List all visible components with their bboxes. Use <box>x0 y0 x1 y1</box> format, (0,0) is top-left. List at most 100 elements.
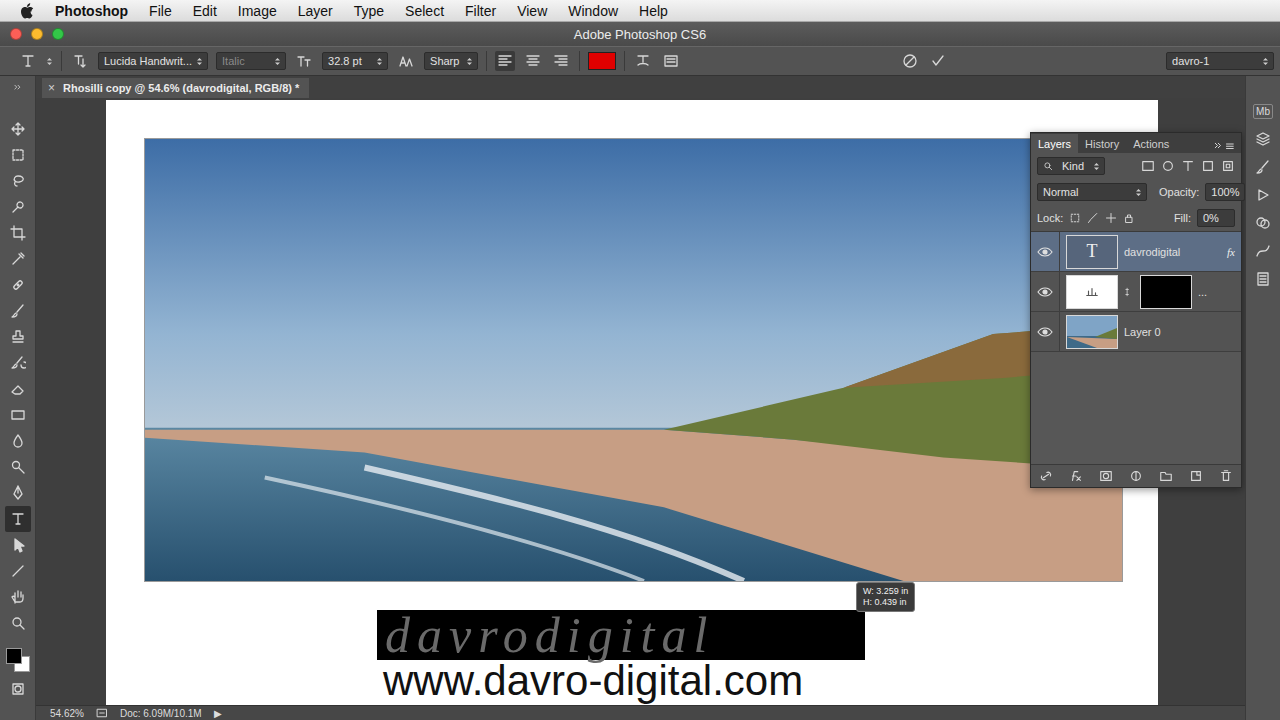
status-menu-button[interactable]: ▶ <box>214 708 222 719</box>
tool-button[interactable] <box>5 116 31 142</box>
text-orientation-icon <box>72 53 88 69</box>
visibility-toggle[interactable] <box>1031 232 1060 271</box>
document-tab[interactable]: ×Rhosilli copy @ 54.6% (davrodigital, RG… <box>42 78 309 98</box>
chevron-icon <box>1135 188 1142 197</box>
title-bar: Adobe Photoshop CS6 <box>0 22 1280 46</box>
pen-icon <box>10 485 26 501</box>
mini-bridge-button[interactable]: Mb <box>1253 104 1273 119</box>
font-family-dropdown[interactable]: Lucida Handwrit... <box>98 52 208 70</box>
panel-tab[interactable]: Layers <box>1031 134 1078 153</box>
layer-row[interactable]: ... <box>1031 272 1241 312</box>
opacity-field[interactable]: 100% <box>1205 183 1244 201</box>
pixel-filter-icon <box>1141 159 1155 173</box>
menu-item[interactable]: Help <box>639 3 668 19</box>
menu-item[interactable]: Type <box>354 3 384 19</box>
layer-row[interactable]: Layer 0 <box>1031 312 1241 352</box>
character-panel-button[interactable] <box>661 51 681 71</box>
tool-button[interactable] <box>5 584 31 610</box>
antialias-dropdown[interactable]: Sharp <box>424 52 478 70</box>
tool-button[interactable] <box>5 350 31 376</box>
tool-button[interactable] <box>5 272 31 298</box>
panel-tab[interactable]: Actions <box>1126 134 1176 153</box>
font-size-dropdown[interactable]: 32.8 pt <box>322 52 388 70</box>
text-color-swatch[interactable] <box>588 52 616 70</box>
align-button[interactable] <box>523 51 543 71</box>
tool-button[interactable] <box>5 506 31 532</box>
fill-field[interactable]: 0% <box>1197 209 1235 227</box>
blend-mode-dropdown[interactable]: Normal <box>1037 183 1147 201</box>
lock-label: Lock: <box>1037 212 1063 224</box>
smart-object-filter-icon <box>1221 159 1235 173</box>
options-bar: Lucida Handwrit...Italic32.8 ptSharpdavr… <box>0 46 1280 76</box>
close-tab-button[interactable]: × <box>48 81 55 95</box>
move-icon <box>10 121 26 137</box>
visibility-toggle[interactable] <box>1031 272 1060 311</box>
menu-item[interactable]: Window <box>568 3 618 19</box>
eye-icon <box>1037 326 1053 338</box>
font-size-label <box>294 51 314 71</box>
tools-panel <box>0 76 36 720</box>
tool-button[interactable] <box>5 428 31 454</box>
align-button[interactable] <box>495 51 515 71</box>
foreground-color[interactable] <box>6 648 22 664</box>
marquee-icon <box>10 147 26 163</box>
tool-button[interactable] <box>5 532 31 558</box>
tool-preset-picker[interactable] <box>18 51 38 71</box>
warp-text-button[interactable] <box>633 51 653 71</box>
menu-item[interactable]: Select <box>405 3 444 19</box>
zoom-button[interactable] <box>52 28 64 40</box>
menu-item[interactable]: File <box>149 3 172 19</box>
document-tab-bar: ×Rhosilli copy @ 54.6% (davrodigital, RG… <box>36 76 1245 98</box>
url-text-layer[interactable]: www.davro-digital.com <box>377 660 1158 702</box>
tool-button[interactable] <box>5 324 31 350</box>
layer-list: Tdavrodigitalfx...Layer 0 <box>1031 231 1241 464</box>
tool-button[interactable] <box>5 454 31 480</box>
cancel-button[interactable] <box>900 51 920 71</box>
blur-icon <box>10 433 26 449</box>
eye-icon <box>1037 246 1053 258</box>
app-menu[interactable]: Photoshop <box>55 3 128 19</box>
menu-item[interactable]: Layer <box>298 3 333 19</box>
tool-button[interactable] <box>5 376 31 402</box>
commit-button[interactable] <box>928 51 948 71</box>
visibility-toggle[interactable] <box>1031 312 1060 351</box>
layer-thumbnail <box>1066 315 1118 349</box>
transform-reading: H: 0.439 in <box>863 597 908 608</box>
tool-button[interactable] <box>5 558 31 584</box>
layers-panel: LayersHistoryActionsKindNormalOpacity:10… <box>1030 132 1242 488</box>
text-orientation-button[interactable] <box>70 51 90 71</box>
layer-row[interactable]: Tdavrodigitalfx <box>1031 232 1241 272</box>
tool-button[interactable] <box>5 610 31 636</box>
menu-item[interactable]: View <box>517 3 547 19</box>
apple-logo-icon[interactable] <box>20 3 34 19</box>
lasso-icon <box>10 173 26 189</box>
tool-button[interactable] <box>5 220 31 246</box>
tool-button[interactable] <box>5 298 31 324</box>
menu-item[interactable]: Filter <box>465 3 496 19</box>
transform-tooltip: W: 3.259 inH: 0.439 in <box>856 582 915 612</box>
selected-text-layer[interactable]: davrodigital <box>377 610 865 660</box>
minimize-button[interactable] <box>31 28 43 40</box>
photoshop-window: Photoshop File Edit Image Layer Type Select Fil… <box>0 0 1280 720</box>
tool-button[interactable] <box>5 246 31 272</box>
close-button[interactable] <box>10 28 22 40</box>
color-swatches[interactable] <box>4 646 32 676</box>
properties-icon <box>1255 271 1271 287</box>
zoom-level[interactable]: 54.62% <box>50 708 84 719</box>
filter-dropdown[interactable]: Kind <box>1037 157 1105 175</box>
checkmark-icon <box>930 53 946 69</box>
workspace-dropdown[interactable]: davro-1 <box>1166 52 1274 70</box>
align-button[interactable] <box>551 51 571 71</box>
menu-item[interactable]: Edit <box>193 3 217 19</box>
layers-icon <box>1255 131 1271 147</box>
tool-button[interactable] <box>5 168 31 194</box>
tool-button[interactable] <box>5 194 31 220</box>
tool-button[interactable] <box>5 142 31 168</box>
panel-tab[interactable]: History <box>1078 134 1126 153</box>
tool-button[interactable] <box>5 480 31 506</box>
menu-item[interactable]: Image <box>238 3 277 19</box>
photo-thumbnail <box>1067 316 1117 348</box>
quick-mask-button[interactable] <box>5 676 31 702</box>
healing-icon <box>10 277 26 293</box>
tool-button[interactable] <box>5 402 31 428</box>
